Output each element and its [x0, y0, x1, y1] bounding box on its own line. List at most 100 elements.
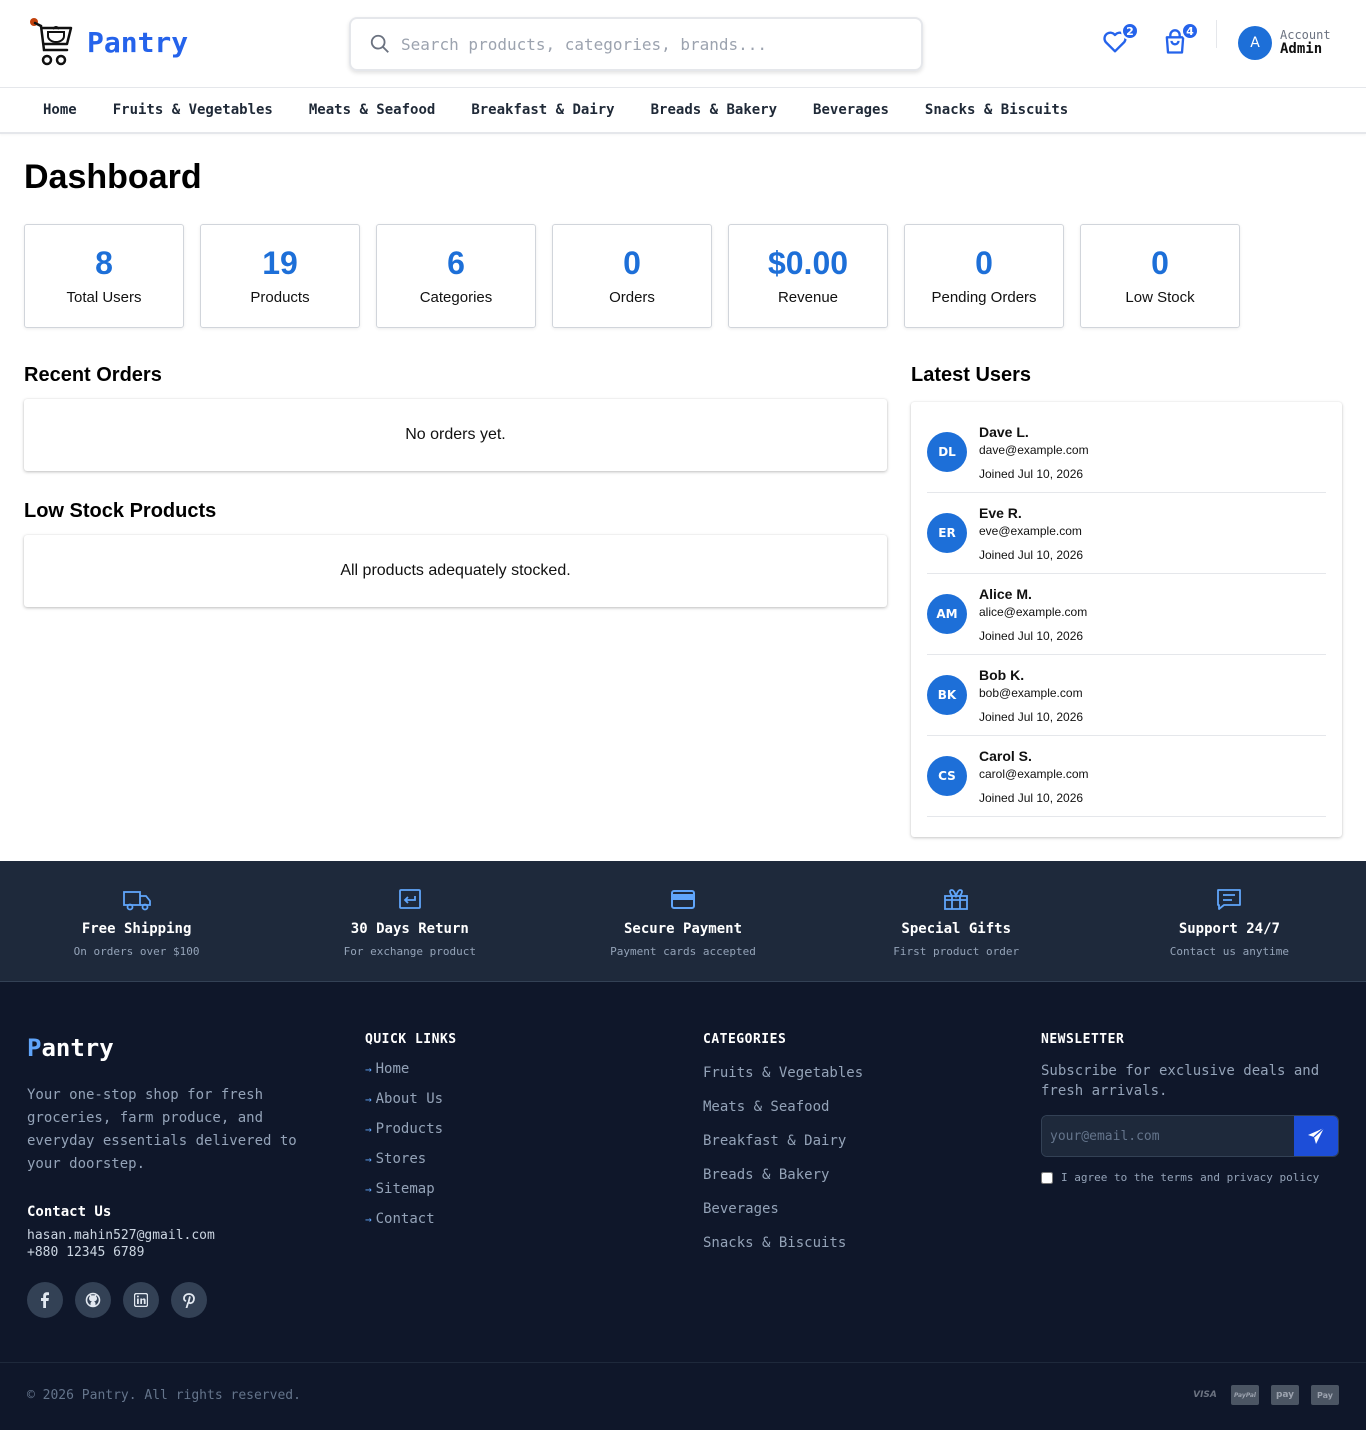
feature-subtitle: For exchange product: [343, 945, 477, 958]
footer-link-sitemap[interactable]: → Sitemap: [365, 1181, 457, 1197]
features-bar: Free Shipping On orders over $100 30 Day…: [0, 861, 1366, 982]
feature-subtitle: Payment cards accepted: [610, 945, 756, 958]
stat-card-revenue: $0.00 Revenue: [728, 224, 888, 328]
footer-category-link[interactable]: Beverages: [703, 1201, 863, 1217]
user-info: Dave L. dave@example.com Joined Jul 10, …: [979, 424, 1089, 481]
user-joined: Joined Jul 10, 2026: [979, 790, 1084, 805]
pinterest-icon: [183, 1293, 195, 1308]
stat-card-low-stock: 0 Low Stock: [1080, 224, 1240, 328]
user-info: Eve R. eve@example.com Joined Jul 10, 20…: [979, 505, 1083, 562]
quick-links-list: → Home → About Us → Products → Stores → Sitem…: [365, 1061, 457, 1227]
site-footer: Pantry Your one-stop shop for fresh groc…: [0, 982, 1366, 1363]
agree-terms: I agree to the terms and privacy policy: [1041, 1171, 1339, 1184]
list-item[interactable]: ER Eve R. eve@example.com Joined Jul 10,…: [927, 493, 1326, 574]
nav-beverages[interactable]: Beverages: [813, 102, 889, 118]
category-nav: Home Fruits & Vegetables Meats & Seafood…: [0, 88, 1366, 134]
latest-users-card: DL Dave L. dave@example.com Joined Jul 1…: [911, 402, 1342, 837]
linkedin-link[interactable]: [123, 1282, 159, 1318]
stat-card-pending-orders: 0 Pending Orders: [904, 224, 1064, 328]
footer-link-contact[interactable]: → Contact: [365, 1211, 457, 1227]
account-text: Account Admin: [1280, 27, 1331, 58]
account-label: Account: [1280, 27, 1331, 42]
stat-label: Orders: [609, 288, 655, 306]
recent-orders-empty: No orders yet.: [405, 426, 506, 443]
footer-brand-initial: P: [27, 1034, 42, 1062]
stat-value: 0: [975, 244, 993, 281]
cart-count-badge: 4: [1181, 22, 1199, 40]
brand-name: Pantry: [87, 25, 189, 59]
list-item[interactable]: DL Dave L. dave@example.com Joined Jul 1…: [927, 412, 1326, 493]
arrow-right-icon: →: [365, 1183, 372, 1196]
list-item[interactable]: CS Carol S. carol@example.com Joined Jul…: [927, 736, 1326, 817]
feature-title: 30 Days Return: [350, 921, 469, 937]
contact-phone[interactable]: +880 12345 6789: [27, 1245, 327, 1260]
account-name: Admin: [1280, 40, 1323, 57]
feature-secure-payment: Secure Payment Payment cards accepted: [546, 861, 819, 981]
footer-quick-links: QUICK LINKS → Home → About Us → Products → S…: [365, 1032, 457, 1227]
wishlist-button[interactable]: 2: [1101, 22, 1139, 58]
avatar: ER: [927, 513, 967, 553]
footer-about: Pantry Your one-stop shop for fresh groc…: [27, 1034, 327, 1318]
nav-home[interactable]: Home: [43, 102, 77, 118]
site-header: Pantry 2 4 A Account Admin: [0, 0, 1366, 88]
user-email: eve@example.com: [979, 523, 1082, 538]
user-email: alice@example.com: [979, 604, 1088, 619]
footer-link-label: About Us: [375, 1091, 444, 1107]
brand-logo[interactable]: Pantry: [27, 16, 188, 68]
list-item[interactable]: BK Bob K. bob@example.com Joined Jul 10,…: [927, 655, 1326, 736]
pinterest-link[interactable]: [171, 1282, 207, 1318]
stat-value: 6: [447, 244, 465, 281]
nav-breads-bakery[interactable]: Breads & Bakery: [651, 102, 777, 118]
footer-category-link[interactable]: Breakfast & Dairy: [703, 1133, 863, 1149]
gift-icon: [944, 889, 969, 910]
arrow-right-icon: →: [365, 1093, 372, 1106]
search-input[interactable]: [401, 34, 881, 54]
paypal-icon: PayPal: [1231, 1385, 1259, 1405]
stat-value: 0: [1151, 244, 1169, 281]
footer-category-link[interactable]: Snacks & Biscuits: [703, 1235, 863, 1251]
stat-card-orders: 0 Orders: [552, 224, 712, 328]
social-links: [27, 1282, 327, 1318]
contact-email[interactable]: hasan.mahin527@gmail.com: [27, 1228, 327, 1243]
stat-value: 19: [262, 244, 298, 281]
nav-snacks-biscuits[interactable]: Snacks & Biscuits: [925, 102, 1068, 118]
stat-card-total-users: 8 Total Users: [24, 224, 184, 328]
cart-button[interactable]: 4: [1161, 22, 1199, 58]
footer-link-label: Products: [375, 1121, 444, 1137]
github-link[interactable]: [75, 1282, 111, 1318]
nav-breakfast-dairy[interactable]: Breakfast & Dairy: [471, 102, 614, 118]
newsletter-submit-button[interactable]: [1294, 1116, 1338, 1156]
low-stock-card: All products adequately stocked.: [24, 535, 887, 607]
stat-value: $0.00: [767, 244, 849, 281]
footer-brand[interactable]: Pantry: [27, 1034, 327, 1062]
stats-row: 8 Total Users 19 Products 6 Categories 0…: [24, 224, 1256, 328]
list-item[interactable]: AM Alice M. alice@example.com Joined Jul…: [927, 574, 1326, 655]
apple-pay-icon: Pay: [1311, 1385, 1339, 1405]
feature-subtitle: First product order: [893, 945, 1020, 958]
nav-meats-seafood[interactable]: Meats & Seafood: [309, 102, 435, 118]
categories-list: Fruits & Vegetables Meats & Seafood Brea…: [703, 1065, 863, 1251]
newsletter-email-input[interactable]: [1042, 1116, 1294, 1156]
footer-category-link[interactable]: Breads & Bakery: [703, 1167, 863, 1183]
payment-methods: VISA PayPal pay Pay: [1179, 1385, 1339, 1405]
feature-title: Free Shipping: [81, 921, 192, 937]
facebook-link[interactable]: [27, 1282, 63, 1318]
footer-category-link[interactable]: Fruits & Vegetables: [703, 1065, 863, 1081]
user-name: Bob K.: [979, 666, 1025, 683]
footer-link-about-us[interactable]: → About Us: [365, 1091, 457, 1107]
arrow-right-icon: →: [365, 1123, 372, 1136]
return-icon: [398, 889, 421, 909]
agree-checkbox[interactable]: [1041, 1171, 1053, 1184]
stat-card-categories: 6 Categories: [376, 224, 536, 328]
footer-description: Your one-stop shop for fresh groceries, …: [27, 1087, 297, 1172]
header-divider: [1216, 20, 1217, 48]
footer-bottom-bar: © 2026 Pantry. All rights reserved. VISA…: [0, 1362, 1366, 1430]
footer-link-home[interactable]: → Home: [365, 1061, 457, 1077]
nav-fruits-vegetables[interactable]: Fruits & Vegetables: [113, 102, 273, 118]
footer-link-products[interactable]: → Products: [365, 1121, 457, 1137]
footer-link-stores[interactable]: → Stores: [365, 1151, 457, 1167]
user-name: Eve R.: [979, 504, 1022, 521]
pay-icon: pay: [1271, 1385, 1299, 1405]
account-menu[interactable]: A Account Admin: [1238, 26, 1331, 60]
footer-category-link[interactable]: Meats & Seafood: [703, 1099, 863, 1115]
